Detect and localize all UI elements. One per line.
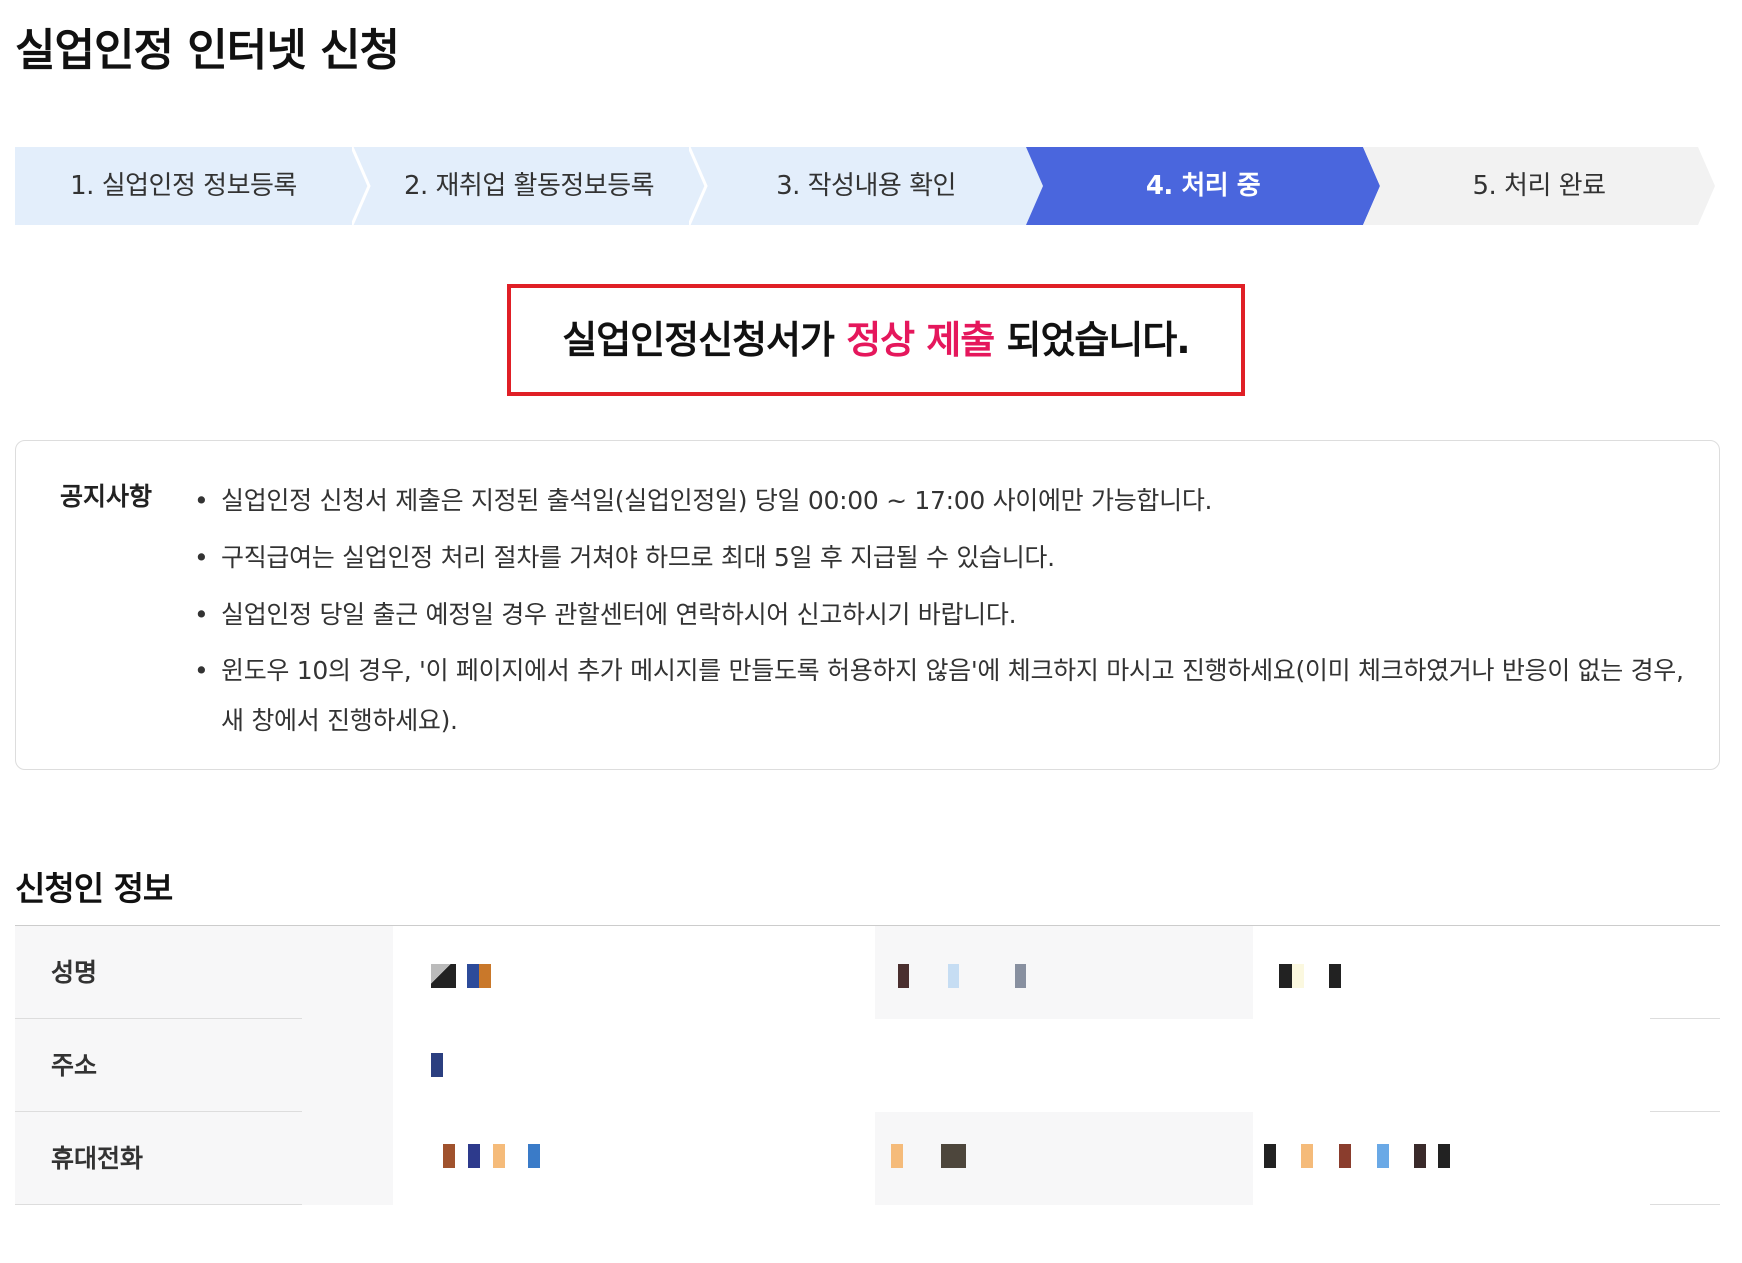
notice-item-text: 윈도우 10의 경우, '이 페이지에서 추가 메시지를 만들도록 허용하지 않… bbox=[221, 656, 1684, 735]
step-3-label: 3. 작성내용 확인 bbox=[776, 171, 956, 201]
step-5: 5. 처리 완료 bbox=[1363, 147, 1715, 225]
redacted-value bbox=[431, 1053, 443, 1077]
redacted-value bbox=[941, 1144, 966, 1168]
redacted-value bbox=[898, 964, 909, 988]
step-2: 2. 재취업 활동정보등록 bbox=[352, 147, 706, 225]
bullet-icon: • bbox=[194, 486, 209, 515]
redacted-value bbox=[1015, 964, 1026, 988]
result-highlight: 정상 제출 bbox=[846, 318, 995, 362]
bullet-icon: • bbox=[194, 543, 209, 572]
notice-item: • 실업인정 신청서 제출은 지정된 출석일(실업인정일) 당일 00:00 ~ … bbox=[194, 475, 1684, 526]
redacted-value bbox=[528, 1144, 540, 1168]
step-3: 3. 작성내용 확인 bbox=[689, 147, 1043, 225]
redacted-value bbox=[1279, 964, 1292, 988]
notice-list: • 실업인정 신청서 제출은 지정된 출석일(실업인정일) 당일 00:00 ~ … bbox=[194, 475, 1684, 752]
table-row-phone: 휴대전화 bbox=[15, 1112, 1720, 1205]
address-label: 주소 bbox=[51, 1051, 98, 1080]
notice-item: • 윈도우 10의 경우, '이 페이지에서 추가 메시지를 만들도록 허용하지 … bbox=[194, 646, 1684, 746]
redacted-value bbox=[1292, 964, 1304, 988]
redacted-value bbox=[431, 964, 456, 988]
notice-item-text: 구직급여는 실업인정 처리 절차를 거쳐야 하므로 최대 5일 후 지급될 수 … bbox=[221, 543, 1055, 572]
redacted-value bbox=[1301, 1144, 1313, 1168]
phone-value-block bbox=[875, 1112, 1253, 1205]
notice-box: 공지사항 • 실업인정 신청서 제출은 지정된 출석일(실업인정일) 당일 00:… bbox=[15, 440, 1720, 770]
notice-item-text: 실업인정 신청서 제출은 지정된 출석일(실업인정일) 당일 00:00 ~ 1… bbox=[221, 486, 1213, 515]
notice-item-text: 실업인정 당일 출근 예정일 경우 관할센터에 연락하시어 신고하시기 바랍니다… bbox=[221, 600, 1017, 629]
result-suffix: 되었습니다. bbox=[994, 318, 1190, 362]
bullet-icon: • bbox=[194, 600, 209, 629]
redacted-value bbox=[493, 1144, 505, 1168]
name-label: 성명 bbox=[51, 958, 98, 987]
step-4: 4. 처리 중 bbox=[1026, 147, 1380, 225]
table-row-name: 성명 bbox=[15, 926, 1720, 1019]
submission-result-message: 실업인정신청서가 정상 제출 되었습니다. bbox=[507, 284, 1245, 396]
redacted-value bbox=[1339, 1144, 1351, 1168]
notice-item: • 구직급여는 실업인정 처리 절차를 거쳐야 하므로 최대 5일 후 지급될 수… bbox=[194, 532, 1684, 583]
step-1: 1. 실업인정 정보등록 bbox=[15, 147, 369, 225]
redacted-value bbox=[1438, 1144, 1450, 1168]
result-prefix: 실업인정신청서가 bbox=[562, 318, 847, 362]
progress-stepper: 1. 실업인정 정보등록 2. 재취업 활동정보등록 3. 작성내용 확인 4.… bbox=[15, 147, 1715, 225]
applicant-info-table: 성명 주소 휴대전화 bbox=[15, 925, 1720, 1206]
redacted-value bbox=[468, 1144, 480, 1168]
redacted-value bbox=[891, 1144, 903, 1168]
step-4-label: 4. 처리 중 bbox=[1145, 171, 1261, 201]
step-5-label: 5. 처리 완료 bbox=[1472, 171, 1606, 201]
row-divider bbox=[1650, 1204, 1720, 1205]
redacted-value bbox=[479, 964, 491, 988]
redacted-value bbox=[1414, 1144, 1426, 1168]
notice-title: 공지사항 bbox=[60, 482, 153, 511]
step-2-label: 2. 재취업 활동정보등록 bbox=[403, 171, 655, 201]
redacted-value bbox=[467, 964, 479, 988]
name-value-block bbox=[875, 926, 1253, 1019]
applicant-section-title: 신청인 정보 bbox=[15, 869, 173, 908]
phone-label: 휴대전화 bbox=[51, 1144, 144, 1173]
step-1-label: 1. 실업인정 정보등록 bbox=[70, 171, 297, 201]
bullet-icon: • bbox=[194, 656, 209, 685]
redacted-value bbox=[443, 1144, 455, 1168]
redacted-value bbox=[1377, 1144, 1389, 1168]
table-row-address: 주소 bbox=[15, 1019, 1720, 1112]
notice-item: • 실업인정 당일 출근 예정일 경우 관할센터에 연락하시어 신고하시기 바랍니… bbox=[194, 589, 1684, 640]
page-title: 실업인정 인터넷 신청 bbox=[15, 25, 400, 76]
redacted-value bbox=[1264, 1144, 1276, 1168]
redacted-value bbox=[1329, 964, 1341, 988]
redacted-value bbox=[948, 964, 959, 988]
